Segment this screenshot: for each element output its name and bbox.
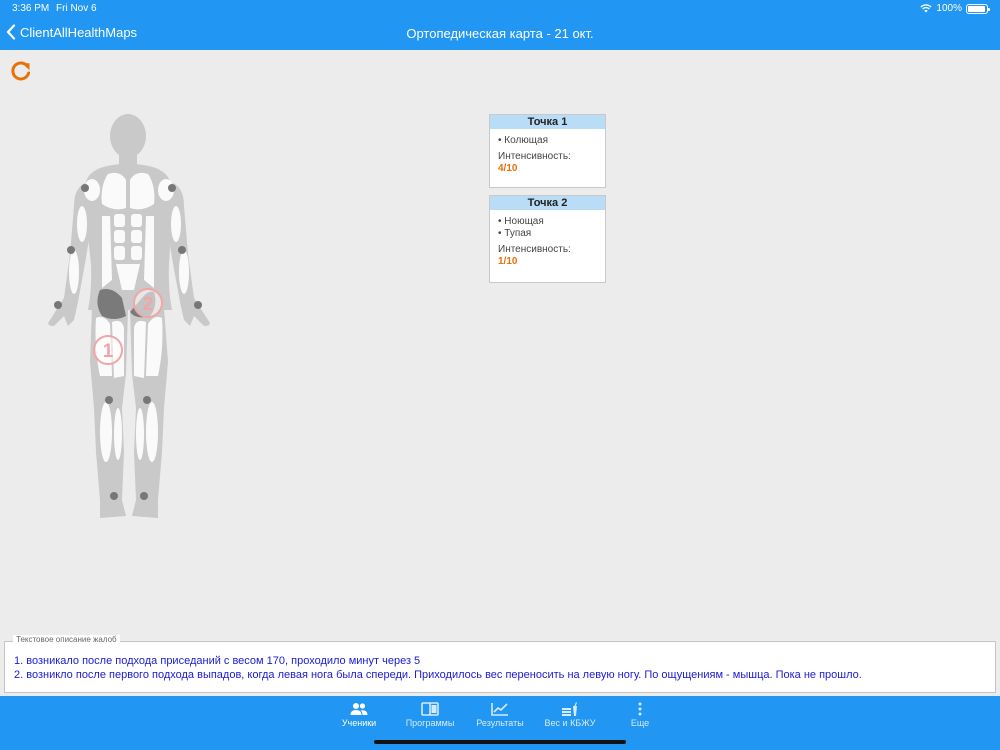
point-card-title: Точка 1 xyxy=(490,115,605,129)
description-legend: Текстовое описание жалоб xyxy=(13,635,120,644)
refresh-button[interactable] xyxy=(10,60,32,82)
tab-students[interactable]: Ученики xyxy=(324,702,394,728)
refresh-icon xyxy=(11,61,31,81)
home-indicator xyxy=(374,740,626,744)
point-type-item: • Тупая xyxy=(498,228,532,239)
tab-label: Ученики xyxy=(341,718,377,728)
tab-weight[interactable]: Вес и КБЖУ xyxy=(535,702,605,728)
tab-label: Результаты xyxy=(476,718,524,728)
book-icon xyxy=(421,702,439,716)
point-card-1[interactable]: Точка 1 • Колющая Интенсивность: 4/10 xyxy=(489,114,606,188)
chart-icon xyxy=(491,703,508,716)
wifi-icon xyxy=(920,4,933,13)
description-line-2: 2. возникло после первого подхода выпадо… xyxy=(14,669,862,681)
point-card-2[interactable]: Точка 2 • Ноющая • Тупая Интенсивность: … xyxy=(489,195,606,283)
battery-percent: 100% xyxy=(936,3,962,14)
point-type-label: Тупая xyxy=(504,228,532,239)
tab-results[interactable]: Результаты xyxy=(465,702,535,728)
food-icon xyxy=(562,702,578,716)
point-type-item: • Колющая xyxy=(498,135,548,146)
point-type-label: Колющая xyxy=(504,135,548,146)
tab-label: Еще xyxy=(630,718,650,728)
more-icon xyxy=(638,702,642,716)
tab-programs[interactable]: Программы xyxy=(395,702,465,728)
people-icon xyxy=(350,703,368,715)
tab-label: Программы xyxy=(405,718,455,728)
body-map: 1 2 xyxy=(48,114,210,518)
status-time: 3:36 PM xyxy=(12,3,50,14)
point-type-item: • Ноющая xyxy=(498,216,544,227)
pain-marker-1-label: 1 xyxy=(103,341,114,362)
intensity-label: Интенсивность: xyxy=(498,151,571,162)
battery-icon xyxy=(966,3,990,14)
intensity-label: Интенсивность: xyxy=(498,244,571,255)
point-card-title: Точка 2 xyxy=(490,196,605,210)
pain-marker-2[interactable]: 2 xyxy=(133,288,163,318)
status-indicators: 100% xyxy=(920,3,990,14)
tab-label: Вес и КБЖУ xyxy=(544,718,596,728)
intensity-value: 1/10 xyxy=(498,256,518,267)
point-type-label: Ноющая xyxy=(504,216,544,227)
body-silhouette xyxy=(48,114,210,518)
intensity-value: 4/10 xyxy=(498,163,518,174)
tab-more[interactable]: Еще xyxy=(605,702,675,728)
complaint-description[interactable]: Текстовое описание жалоб 1. возникало по… xyxy=(4,635,996,693)
page-title: Ортопедическая карта - 21 окт. xyxy=(406,26,594,41)
pain-marker-1[interactable]: 1 xyxy=(93,335,123,365)
pain-marker-2-label: 2 xyxy=(143,294,154,315)
status-date: Fri Nov 6 xyxy=(56,3,97,14)
description-line-1: 1. возникало после подхода приседаний с … xyxy=(14,655,421,667)
top-bar: 3:36 PM Fri Nov 6 100% ClientAllHealthMa… xyxy=(0,0,1000,50)
